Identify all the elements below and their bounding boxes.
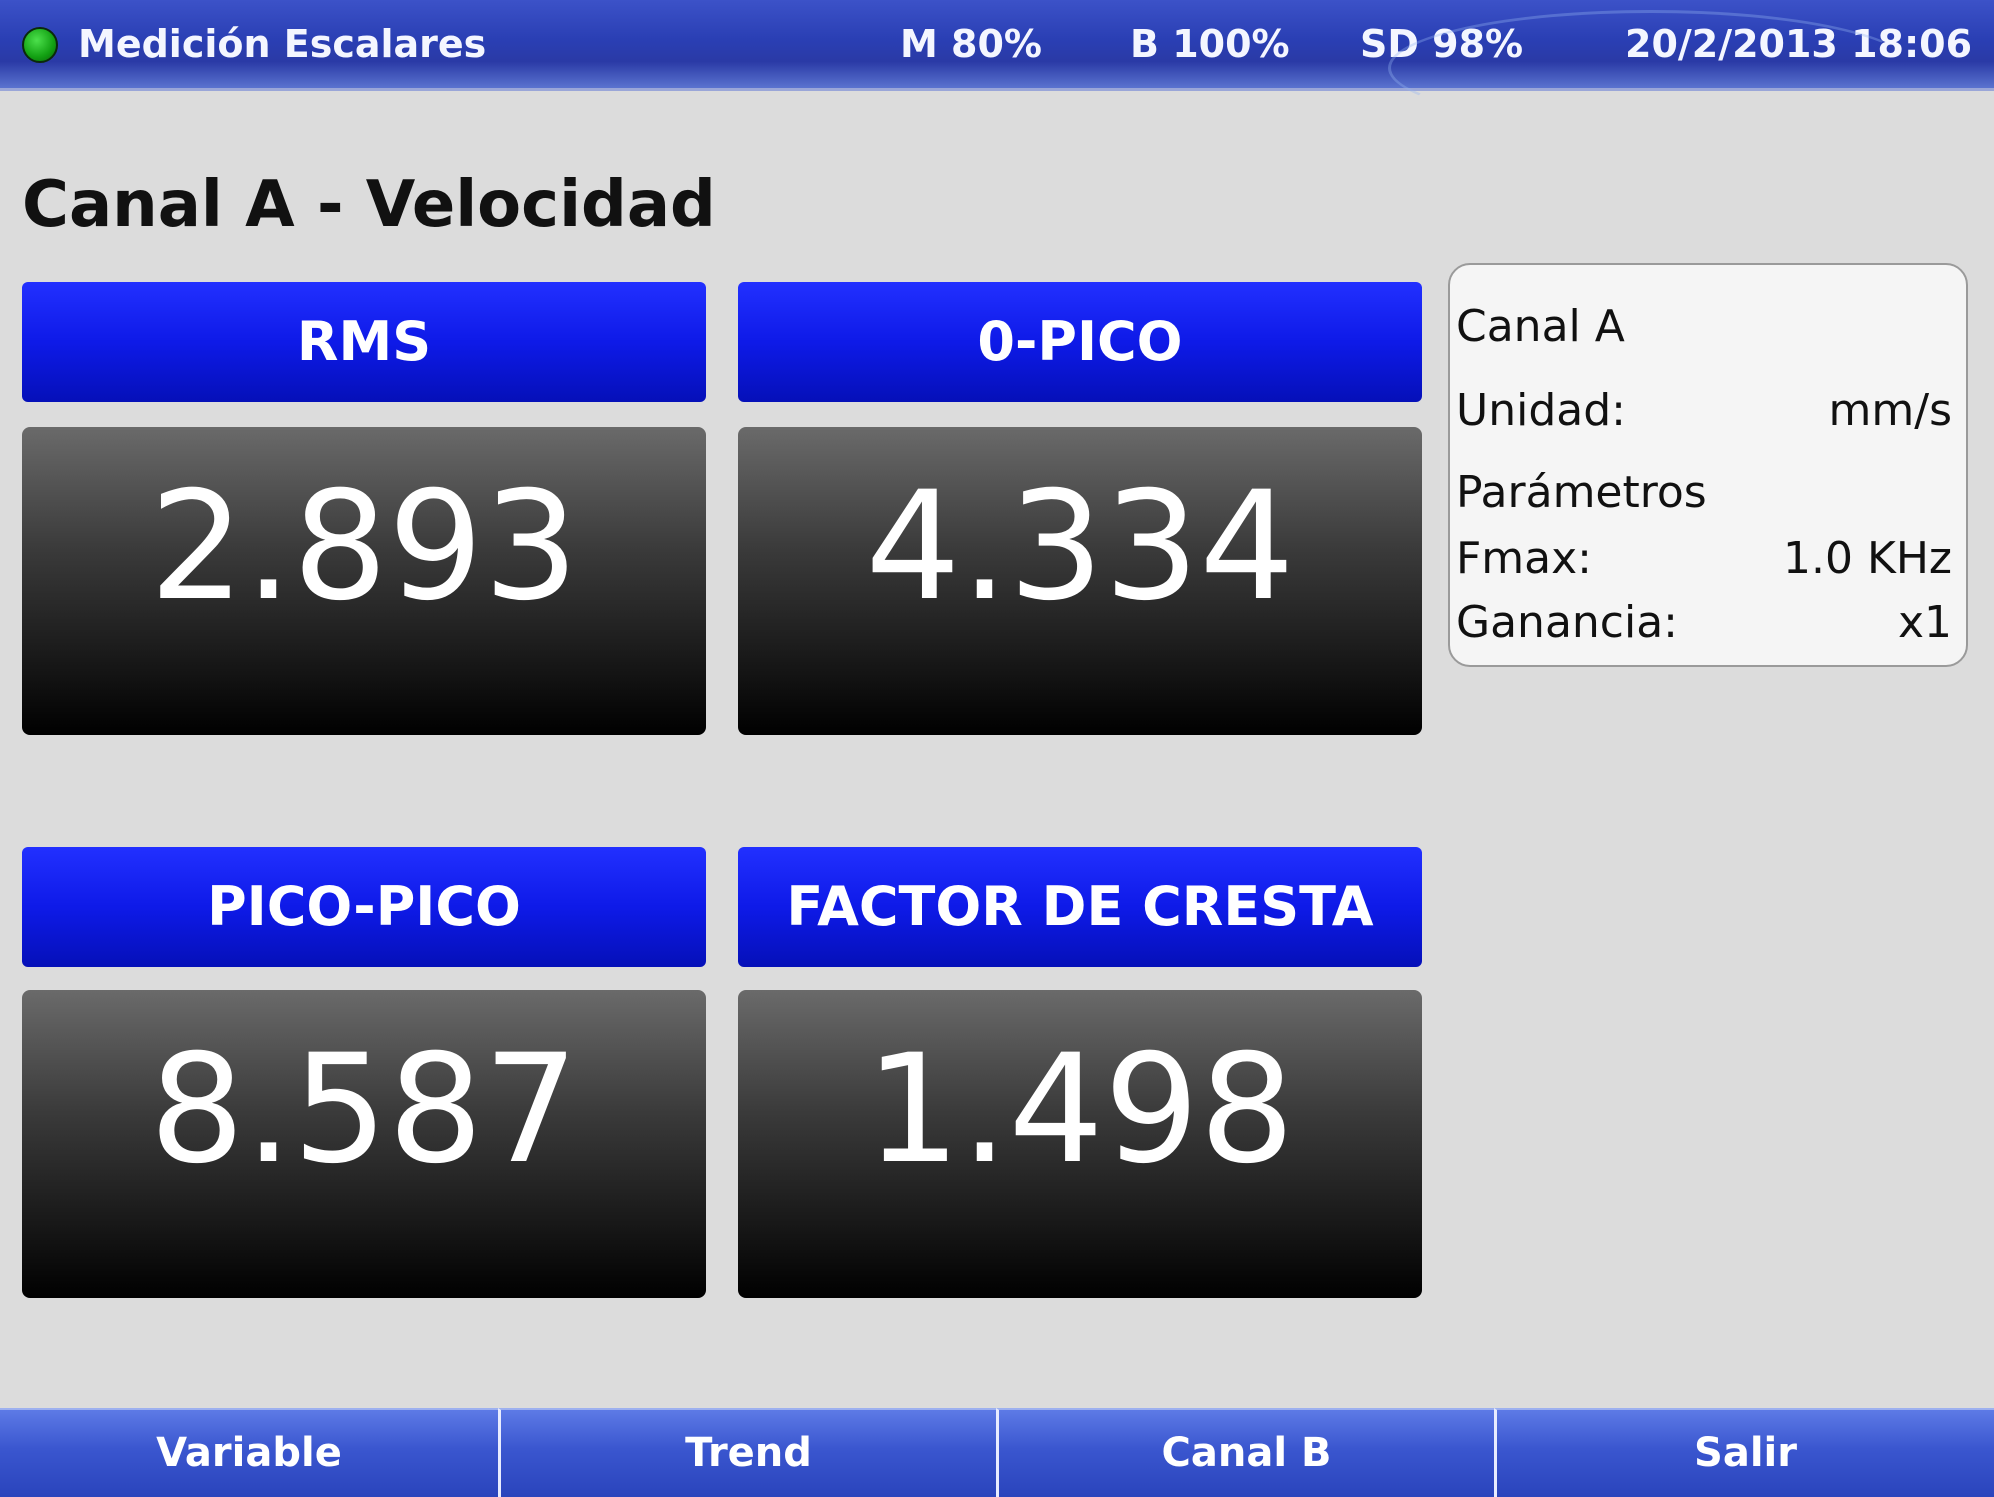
crest-factor-value: 1.498 (738, 990, 1422, 1298)
battery-status: B 100% (1130, 22, 1290, 66)
crest-factor-header: FACTOR DE CRESTA (738, 847, 1422, 967)
function-key-bar: Variable Trend Canal B Salir (0, 1408, 1994, 1497)
info-unit-value: mm/s (1828, 385, 1952, 436)
channel-info-panel: Canal A Unidad: mm/s Parámetros Fmax: 1.… (1448, 263, 1968, 667)
memory-status: M 80% (900, 22, 1042, 66)
peak-peak-value: 8.587 (22, 990, 706, 1298)
info-channel: Canal A (1456, 301, 1625, 352)
exit-button[interactable]: Salir (1494, 1408, 1994, 1497)
page-title: Canal A - Velocidad (22, 168, 716, 242)
datetime: 20/2/2013 18:06 (1625, 22, 1973, 66)
info-fmax-label: Fmax: (1456, 533, 1592, 584)
app-title: Medición Escalares (78, 22, 487, 66)
screen: Medición Escalares M 80% B 100% SD 98% 2… (0, 0, 1994, 1497)
info-unit-row: Unidad: mm/s (1456, 383, 1952, 439)
info-fmax-value: 1.0 KHz (1783, 533, 1952, 584)
info-gain-row: Ganancia: x1 (1456, 595, 1952, 651)
status-indicator-icon (22, 27, 58, 63)
variable-button[interactable]: Variable (0, 1408, 498, 1497)
zero-peak-value: 4.334 (738, 427, 1422, 735)
info-gain-value: x1 (1897, 597, 1952, 648)
info-params-heading: Parámetros (1456, 467, 1707, 518)
trend-button[interactable]: Trend (498, 1408, 996, 1497)
info-unit-label: Unidad: (1456, 385, 1626, 436)
rms-value: 2.893 (22, 427, 706, 735)
info-fmax-row: Fmax: 1.0 KHz (1456, 531, 1952, 587)
channel-b-button[interactable]: Canal B (996, 1408, 1494, 1497)
zero-peak-header: 0-PICO (738, 282, 1422, 402)
peak-peak-header: PICO-PICO (22, 847, 706, 967)
sd-card-status: SD 98% (1360, 22, 1524, 66)
rms-header: RMS (22, 282, 706, 402)
info-params-row: Parámetros (1456, 465, 1952, 521)
info-channel-row: Canal A (1456, 299, 1952, 355)
info-gain-label: Ganancia: (1456, 597, 1678, 648)
status-bar: Medición Escalares M 80% B 100% SD 98% 2… (0, 0, 1994, 126)
